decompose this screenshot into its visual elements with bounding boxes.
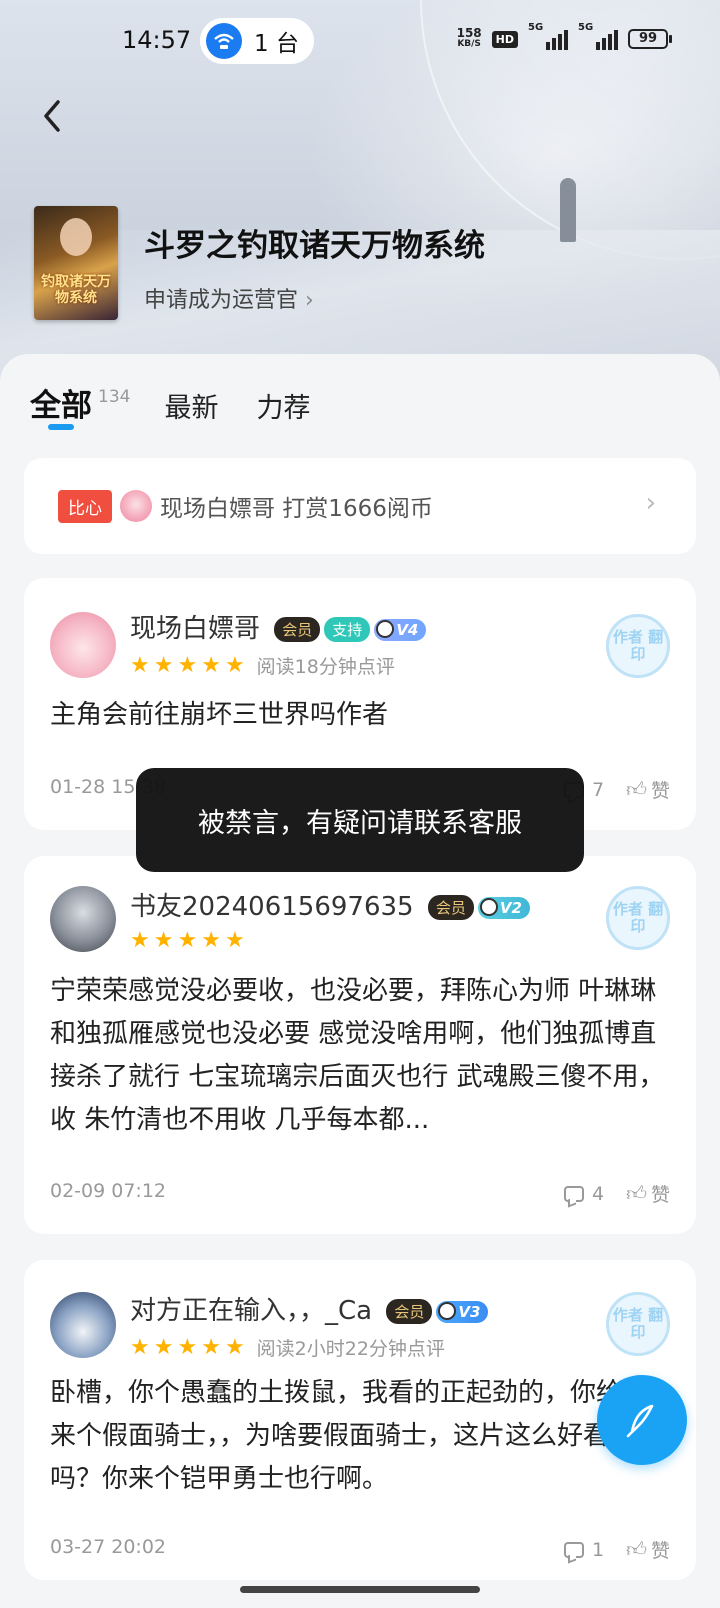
review-date: 03-27 20:02 [50, 1536, 167, 1558]
review-date: 02-09 07:12 [50, 1180, 167, 1202]
level-badge: V4 [374, 618, 427, 641]
support-badge: 支持 [324, 617, 371, 642]
avatar[interactable] [50, 612, 116, 678]
status-bar: 14:57 1 台 158 KB/S HD 5G 5G 99 [0, 0, 720, 80]
vip-badge: 会员 [274, 617, 321, 642]
read-time: 阅读18分钟点评 [256, 656, 395, 678]
comment-count[interactable]: 4 [592, 1183, 604, 1205]
star-icon: ★ [201, 1334, 221, 1360]
star-icon: ★ [224, 928, 245, 953]
tab-all[interactable]: 全部 [30, 380, 92, 425]
comment-icon[interactable] [563, 1541, 584, 1558]
net-speed: 158 KB/S [456, 26, 482, 49]
apply-operator-link[interactable]: 申请成为运营官 › [144, 282, 314, 314]
cast-icon [206, 23, 242, 59]
signal-icon: 5G [528, 22, 568, 50]
star-icon: ★ [153, 1334, 174, 1360]
rating-stars: ★ ★ ★ ★ ★ [130, 930, 249, 952]
read-time: 阅读2小时22分钟点评 [256, 1338, 445, 1360]
star-icon: ★ [153, 928, 174, 953]
tab-all-count: 134 [98, 387, 131, 407]
tab-bar: 全部 134 最新 力荐 [30, 380, 348, 425]
tab-recommend[interactable]: 力荐 [256, 386, 310, 425]
review-content[interactable]: 主角会前往崩坏三世界吗作者 [50, 694, 670, 737]
comment-count[interactable]: 1 [592, 1539, 604, 1561]
reward-tag: 比心 [58, 489, 112, 523]
reward-banner[interactable]: 比心 现场白嫖哥 打赏1666阅币 › [24, 458, 696, 554]
star-icon: ★ [177, 652, 198, 678]
book-title: 斗罗之钓取诸天万物系统 [144, 228, 485, 264]
review-card[interactable]: 对方正在输入，，_Ca 会员 V3 ★ ★ ★ ★ ★ 阅读2小时22分钟点评 作者 翻… [24, 1260, 696, 1580]
tab-latest[interactable]: 最新 [164, 386, 218, 425]
like-button[interactable]: 赞 [651, 1180, 670, 1207]
write-review-button[interactable] [597, 1375, 687, 1465]
chevron-right-icon: › [305, 288, 314, 313]
book-cover-text: 钓取诸天万物系统 [41, 274, 111, 306]
chevron-right-icon: › [645, 488, 656, 518]
back-button[interactable] [40, 96, 80, 144]
review-username[interactable]: 书友20240615697635 会员 V2 [130, 886, 530, 923]
status-time: 14:57 [122, 26, 192, 54]
avatar[interactable] [50, 1292, 116, 1358]
star-icon: ★ [130, 928, 150, 953]
level-badge: V3 [436, 1300, 489, 1323]
hd-icon: HD [491, 30, 518, 48]
review-card[interactable]: 书友20240615697635 会员 V2 ★ ★ ★ ★ ★ 作者 翻印 宁荣荣感觉… [24, 856, 696, 1234]
book-cover[interactable]: 钓取诸天万物系统 [34, 206, 118, 320]
comment-icon[interactable] [563, 1185, 584, 1202]
star-icon: ★ [153, 652, 174, 678]
review-username[interactable]: 现场白嫖哥 会员 支持 V4 [130, 608, 427, 645]
reward-text: 现场白嫖哥 打赏1666阅币 [160, 496, 433, 522]
vip-badge: 会员 [386, 1299, 433, 1324]
quill-pen-icon [626, 1404, 654, 1438]
review-username[interactable]: 对方正在输入，，_Ca 会员 V3 [130, 1290, 489, 1327]
vip-badge: 会员 [427, 895, 474, 920]
author-stamp-icon: 作者 翻印 [606, 1292, 670, 1356]
signal-icon-2: 5G [578, 22, 618, 50]
home-indicator[interactable] [240, 1586, 480, 1593]
star-icon: ★ [177, 928, 198, 953]
star-icon: ★ [224, 1334, 245, 1360]
status-indicators: 158 KB/S HD 5G 5G 99 [456, 22, 672, 50]
figure-decoration [560, 178, 576, 242]
battery-icon: 99 [628, 29, 672, 49]
avatar [120, 490, 152, 522]
rating-stars: ★ ★ ★ ★ ★ 阅读2小时22分钟点评 [130, 1334, 445, 1361]
avatar[interactable] [50, 886, 116, 952]
author-stamp-icon: 作者 翻印 [606, 614, 670, 678]
thumbs-up-icon[interactable]: 👍︎ [626, 1537, 647, 1562]
review-content[interactable]: 宁荣荣感觉没必要收，也没必要，拜陈心为师 叶琳琳和独孤雁感觉也没必要 感觉没啥用… [50, 970, 670, 1142]
review-content[interactable]: 卧槽，你个愚蠢的土拨鼠，我看的正起劲的，你给我来个假面骑士，，为啥要假面骑士，这… [50, 1372, 670, 1501]
star-icon: ★ [201, 928, 221, 953]
cast-count: 1 台 [254, 31, 299, 57]
level-badge: V2 [477, 896, 530, 919]
cast-pill[interactable]: 1 台 [200, 18, 314, 64]
star-icon: ★ [130, 652, 150, 678]
star-icon: ★ [201, 652, 221, 678]
tab-indicator [48, 424, 74, 430]
author-stamp-icon: 作者 翻印 [606, 886, 670, 950]
chevron-left-icon [44, 100, 60, 132]
like-button[interactable]: 赞 [651, 1536, 670, 1563]
toast-message: 被禁言，有疑问请联系客服 [136, 768, 584, 872]
star-icon: ★ [130, 1334, 150, 1360]
like-button[interactable]: 赞 [651, 776, 670, 803]
thumbs-up-icon[interactable]: 👍︎ [626, 1181, 647, 1206]
rating-stars: ★ ★ ★ ★ ★ 阅读18分钟点评 [130, 652, 395, 679]
thumbs-up-icon[interactable]: 👍︎ [626, 777, 647, 802]
star-icon: ★ [224, 652, 245, 678]
comment-count[interactable]: 7 [592, 779, 604, 801]
star-icon: ★ [177, 1334, 198, 1360]
